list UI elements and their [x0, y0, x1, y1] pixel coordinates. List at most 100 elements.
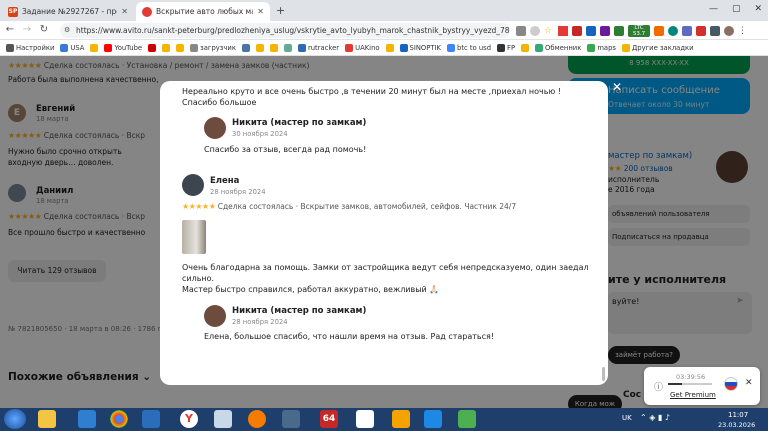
bookmark-item[interactable]: SINOPTIK	[399, 43, 441, 52]
folder-icon	[621, 43, 630, 52]
bookmark-item[interactable]	[90, 43, 99, 52]
ext-indigo-icon[interactable]	[682, 26, 692, 36]
bookmark-item[interactable]	[162, 43, 171, 52]
new-tab-button[interactable]: +	[276, 4, 285, 17]
ltc-badge[interactable]: LTC 53.7	[628, 25, 650, 37]
app-icon[interactable]	[424, 410, 442, 428]
player-icon[interactable]	[248, 410, 266, 428]
seller-avatar	[204, 305, 226, 327]
maximize-icon[interactable]: ▢	[732, 4, 741, 18]
bookmark-item[interactable]: Настройки	[6, 43, 55, 52]
bookmark-label: Настройки	[16, 43, 55, 52]
youtube-icon	[104, 43, 113, 52]
ext-red-icon[interactable]	[572, 26, 582, 36]
explorer-icon[interactable]	[38, 410, 56, 428]
minimize-icon[interactable]: —	[709, 4, 718, 18]
chrome-icon[interactable]	[110, 410, 128, 428]
reply-author: Никита (мастер по замкам)	[232, 306, 367, 316]
app-icon[interactable]	[282, 410, 300, 428]
zoom-icon[interactable]	[530, 26, 540, 36]
bookmark-label: btc to usd	[457, 43, 492, 52]
bookmark-item[interactable]	[521, 43, 530, 52]
tab-avito[interactable]: Вскрытие авто любых марок (ча ✕	[136, 2, 270, 21]
bookmark-item[interactable]: USA	[60, 43, 84, 52]
close-tab-icon[interactable]: ✕	[257, 7, 264, 16]
scrollbar[interactable]	[602, 367, 605, 381]
profile-icon[interactable]	[724, 26, 734, 36]
address-bar[interactable]: https://www.avito.ru/sankt-peterburg/pre…	[60, 23, 510, 38]
ext-red2-icon[interactable]	[696, 26, 706, 36]
bookmark-item[interactable]: загрузчик	[190, 43, 236, 52]
review-meta: ★★★★★ Сделка состоялась · Вскрытие замко…	[182, 202, 517, 211]
app-w-icon[interactable]	[78, 410, 96, 428]
exchange-icon	[535, 43, 544, 52]
app-icon[interactable]	[214, 410, 232, 428]
bookmark-label: Другие закладки	[631, 43, 694, 52]
ext-orange-icon[interactable]	[654, 26, 664, 36]
language-indicator[interactable]: UK	[622, 414, 632, 422]
folder-icon	[255, 43, 264, 52]
folder-icon	[90, 43, 99, 52]
puzzle-icon[interactable]	[710, 26, 720, 36]
bookmark-label: YouTube	[114, 43, 143, 52]
bookmark-item[interactable]	[283, 43, 292, 52]
tray-icons[interactable]: ⌃ ◈ ▮ ♪	[640, 413, 670, 422]
reply-text: Спасибо за отзыв, всегда рад помочь!	[204, 145, 367, 154]
app-icon[interactable]	[142, 410, 160, 428]
bookmark-item[interactable]	[255, 43, 264, 52]
bookmark-item[interactable]: maps	[587, 43, 616, 52]
close-icon[interactable]: ✕	[612, 80, 622, 94]
get-premium-link[interactable]: Get Premium	[670, 391, 716, 399]
folder-icon	[521, 43, 530, 52]
start-icon[interactable]	[4, 409, 26, 429]
bookmark-item[interactable]: btc to usd	[447, 43, 492, 52]
bookmark-item[interactable]: Обменник	[535, 43, 582, 52]
star-icon[interactable]: ☆	[544, 26, 554, 36]
bookmark-item[interactable]: UAKino	[345, 43, 380, 52]
ext-green-icon[interactable]	[614, 26, 624, 36]
tab-task[interactable]: SP Задание №2927267 - просмотр з ✕	[2, 2, 134, 21]
bookmark-item[interactable]: Другие закладки	[621, 43, 694, 52]
reviews-modal: Нереально круто и все очень быстро ,в те…	[160, 81, 608, 385]
window-close-icon[interactable]: ✕	[754, 4, 762, 18]
bookmark-item[interactable]: YouTube	[104, 43, 143, 52]
clock-time[interactable]: 11:07	[728, 411, 748, 419]
reply-text: Елена, большое спасибо, что нашли время …	[204, 332, 495, 341]
progress-fill	[668, 383, 682, 385]
app-icon[interactable]	[392, 410, 410, 428]
app-icon[interactable]	[458, 410, 476, 428]
ext-teal-icon[interactable]	[668, 26, 678, 36]
app-64-icon[interactable]: 64	[320, 410, 338, 428]
yandex-icon[interactable]: Y	[180, 410, 198, 428]
clock-date[interactable]: 23.03.2026	[718, 421, 755, 429]
review-photo[interactable]	[182, 220, 206, 254]
ext-blue-icon[interactable]	[586, 26, 596, 36]
flag-ru-icon[interactable]	[724, 377, 738, 391]
gear-icon	[6, 43, 14, 52]
bookmark-item[interactable]: rutracker	[297, 43, 339, 52]
app-icon[interactable]	[356, 410, 374, 428]
flag-ru-icon[interactable]	[558, 26, 568, 36]
bookmark-item[interactable]	[241, 43, 250, 52]
bookmark-label: UAKino	[355, 43, 380, 52]
menu-icon[interactable]: ⋮	[738, 26, 748, 36]
bookmark-item[interactable]	[269, 43, 278, 52]
forward-icon[interactable]: →	[20, 23, 34, 37]
site-info-icon[interactable]: ⚙	[64, 26, 70, 34]
bookmark-item[interactable]	[385, 43, 394, 52]
extensions-area: ☆ LTC 53.7 ⋮	[516, 23, 766, 39]
download-icon[interactable]	[516, 26, 526, 36]
torrent-icon	[283, 43, 292, 52]
back-icon[interactable]: ←	[3, 23, 17, 37]
close-icon[interactable]: ✕	[745, 378, 753, 388]
bookmark-item[interactable]: FP	[497, 43, 515, 52]
close-tab-icon[interactable]: ✕	[121, 7, 128, 16]
uakino-icon	[345, 43, 354, 52]
ext-purple-icon[interactable]	[600, 26, 610, 36]
info-icon[interactable]: ⓘ	[654, 380, 663, 393]
bookmark-item[interactable]	[148, 43, 157, 52]
bookmark-label: Обменник	[545, 43, 582, 52]
reload-icon[interactable]: ↻	[37, 23, 51, 37]
folder-icon	[162, 43, 171, 52]
bookmark-item[interactable]	[176, 43, 185, 52]
